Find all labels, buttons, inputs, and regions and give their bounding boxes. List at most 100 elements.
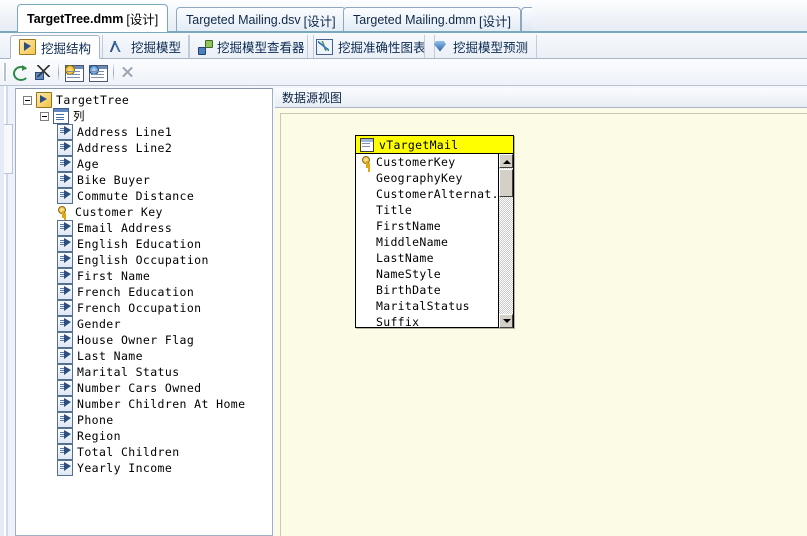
tree-node-columns[interactable]: 列 (16, 108, 272, 124)
table-field-row[interactable]: LastName (356, 250, 496, 266)
document-tab-targeted-mailing-dmm[interactable]: Targeted Mailing.dmm [设计] (343, 7, 521, 32)
expander-icon[interactable] (40, 111, 49, 121)
tree-node-column[interactable]: Total Children (16, 444, 272, 460)
tab-mining-structure[interactable]: 挖掘结构 (10, 35, 101, 59)
tree-node-column[interactable]: French Occupation (16, 300, 272, 316)
tree-node-column[interactable]: Number Children At Home (16, 396, 272, 412)
field-indent (360, 316, 373, 329)
document-tab-targettree[interactable]: TargetTree.dmm [设计] (17, 4, 169, 32)
tree-node-label: Last Name (77, 349, 143, 363)
tree-node-column[interactable]: Age (16, 156, 272, 172)
tree-node-column[interactable]: Commute Distance (16, 188, 272, 204)
columns-icon (53, 108, 69, 124)
tree-node-column[interactable]: Number Cars Owned (16, 380, 272, 396)
tab-mining-model[interactable]: 挖掘模型 (102, 35, 191, 58)
scroll-down-button[interactable] (499, 314, 513, 328)
tree-node-root[interactable]: TargetTree (16, 92, 272, 108)
scrollbar-thumb[interactable] (499, 169, 513, 197)
toolbar-separator (58, 64, 59, 81)
column-icon (57, 252, 73, 268)
tab-label: 挖掘模型 (131, 41, 182, 55)
dsv-canvas[interactable]: vTargetMail CustomerKey GeographyKey Custo… (280, 113, 807, 536)
add-table-button[interactable] (63, 63, 84, 82)
tree-node-column[interactable]: Last Name (16, 348, 272, 364)
column-icon (57, 348, 73, 364)
close-icon (121, 66, 134, 79)
tab-mining-accuracy-chart[interactable]: 挖掘准确性图表 (307, 35, 435, 58)
tree-node-column[interactable]: Bike Buyer (16, 172, 272, 188)
document-tab-bar: TargetTree.dmm [设计] Targeted Mailing.dsv… (0, 0, 807, 33)
table-field-label: CustomerKey (376, 155, 456, 169)
table-field-row[interactable]: CustomerKey (356, 154, 496, 170)
table-field-row[interactable]: FirstName (356, 218, 496, 234)
column-icon (57, 268, 73, 284)
tab-mining-model-viewer[interactable]: 挖掘模型查看器 (188, 35, 314, 58)
column-icon (57, 396, 73, 412)
tab-label: 挖掘模型预测 (453, 41, 529, 55)
tree-node-column[interactable]: Marital Status (16, 364, 272, 380)
table-field-row[interactable]: GeographyKey (356, 170, 496, 186)
mining-structure-icon (19, 39, 36, 55)
tab-mining-prediction[interactable]: 挖掘模型预测 (424, 35, 538, 58)
gutter-tab-slot[interactable] (4, 124, 13, 174)
tree-node-label: Address Line2 (77, 141, 173, 155)
designer-tab-row: 挖掘结构 挖掘模型 挖掘模型查看器 挖掘准确性图表 挖掘模型预测 (0, 33, 807, 59)
table-field-row[interactable]: CustomerAlternat... (356, 186, 513, 202)
tree-node-column[interactable]: Address Line1 (16, 124, 272, 140)
column-icon (57, 460, 73, 476)
table-field-row[interactable]: Title (356, 202, 496, 218)
table-field-row[interactable]: MaritalStatus (356, 298, 496, 314)
refresh-button[interactable] (10, 63, 31, 82)
table-header[interactable]: vTargetMail (356, 136, 513, 154)
tree-node-label: Number Cars Owned (77, 381, 202, 395)
column-icon (57, 444, 73, 460)
tree-node-label: Yearly Income (77, 461, 173, 475)
field-indent (360, 252, 373, 265)
tree-node-column[interactable]: Address Line2 (16, 140, 272, 156)
pane-header: 数据源视图 (275, 88, 807, 108)
tab-label: 挖掘模型查看器 (217, 41, 305, 55)
column-icon (57, 236, 73, 252)
scroll-up-button[interactable] (499, 154, 513, 168)
table-object-vtargetmail[interactable]: vTargetMail CustomerKey GeographyKey Custo… (355, 135, 514, 328)
document-tab-targeted-mailing-dsv[interactable]: Targeted Mailing.dsv [设计] (176, 7, 346, 32)
document-tab-overflow[interactable] (521, 7, 532, 33)
expander-icon[interactable] (23, 95, 32, 105)
mining-model-icon (111, 40, 126, 54)
table-field-row[interactable]: BirthDate (356, 282, 496, 298)
tree-node-column[interactable]: Customer Key (16, 204, 272, 220)
column-icon (57, 364, 73, 380)
toolbar-grip[interactable] (3, 63, 7, 81)
add-badge-icon (65, 65, 75, 75)
delete-button[interactable] (118, 63, 139, 82)
process-button[interactable] (33, 63, 54, 82)
tree-node-column[interactable]: French Education (16, 284, 272, 300)
table-field-row[interactable]: MiddleName (356, 234, 496, 250)
table-field-row[interactable]: NameStyle (356, 266, 496, 282)
tab-label: 挖掘准确性图表 (338, 41, 426, 55)
tree-node-label: Region (77, 429, 121, 443)
tree-node-label: Customer Key (75, 205, 163, 219)
structure-tree: TargetTree 列 Address Line1 Address Line2 A… (16, 92, 272, 476)
document-tab-label: Targeted Mailing.dsv (186, 13, 301, 27)
structure-toolbar (0, 59, 807, 86)
mining-accuracy-chart-icon (316, 38, 333, 55)
table-field-label: Title (376, 203, 413, 217)
tree-node-label: Bike Buyer (77, 173, 151, 187)
table-field-row[interactable]: Suffix (356, 314, 496, 328)
column-icon (57, 220, 73, 236)
tree-node-column[interactable]: Yearly Income (16, 460, 272, 476)
tree-node-column[interactable]: Gender (16, 316, 272, 332)
tree-node-column[interactable]: Email Address (16, 220, 272, 236)
refresh-icon (12, 65, 29, 81)
tree-node-column[interactable]: First Name (16, 268, 272, 284)
tree-node-column[interactable]: Region (16, 428, 272, 444)
tree-node-column[interactable]: Phone (16, 412, 272, 428)
tree-node-column[interactable]: English Occupation (16, 252, 272, 268)
field-list-scrollbar[interactable] (498, 154, 513, 328)
edit-table-button[interactable] (87, 63, 108, 82)
table-field-label: MiddleName (376, 235, 449, 249)
key-icon (360, 155, 373, 169)
tree-node-column[interactable]: English Education (16, 236, 272, 252)
tree-node-column[interactable]: House Owner Flag (16, 332, 272, 348)
